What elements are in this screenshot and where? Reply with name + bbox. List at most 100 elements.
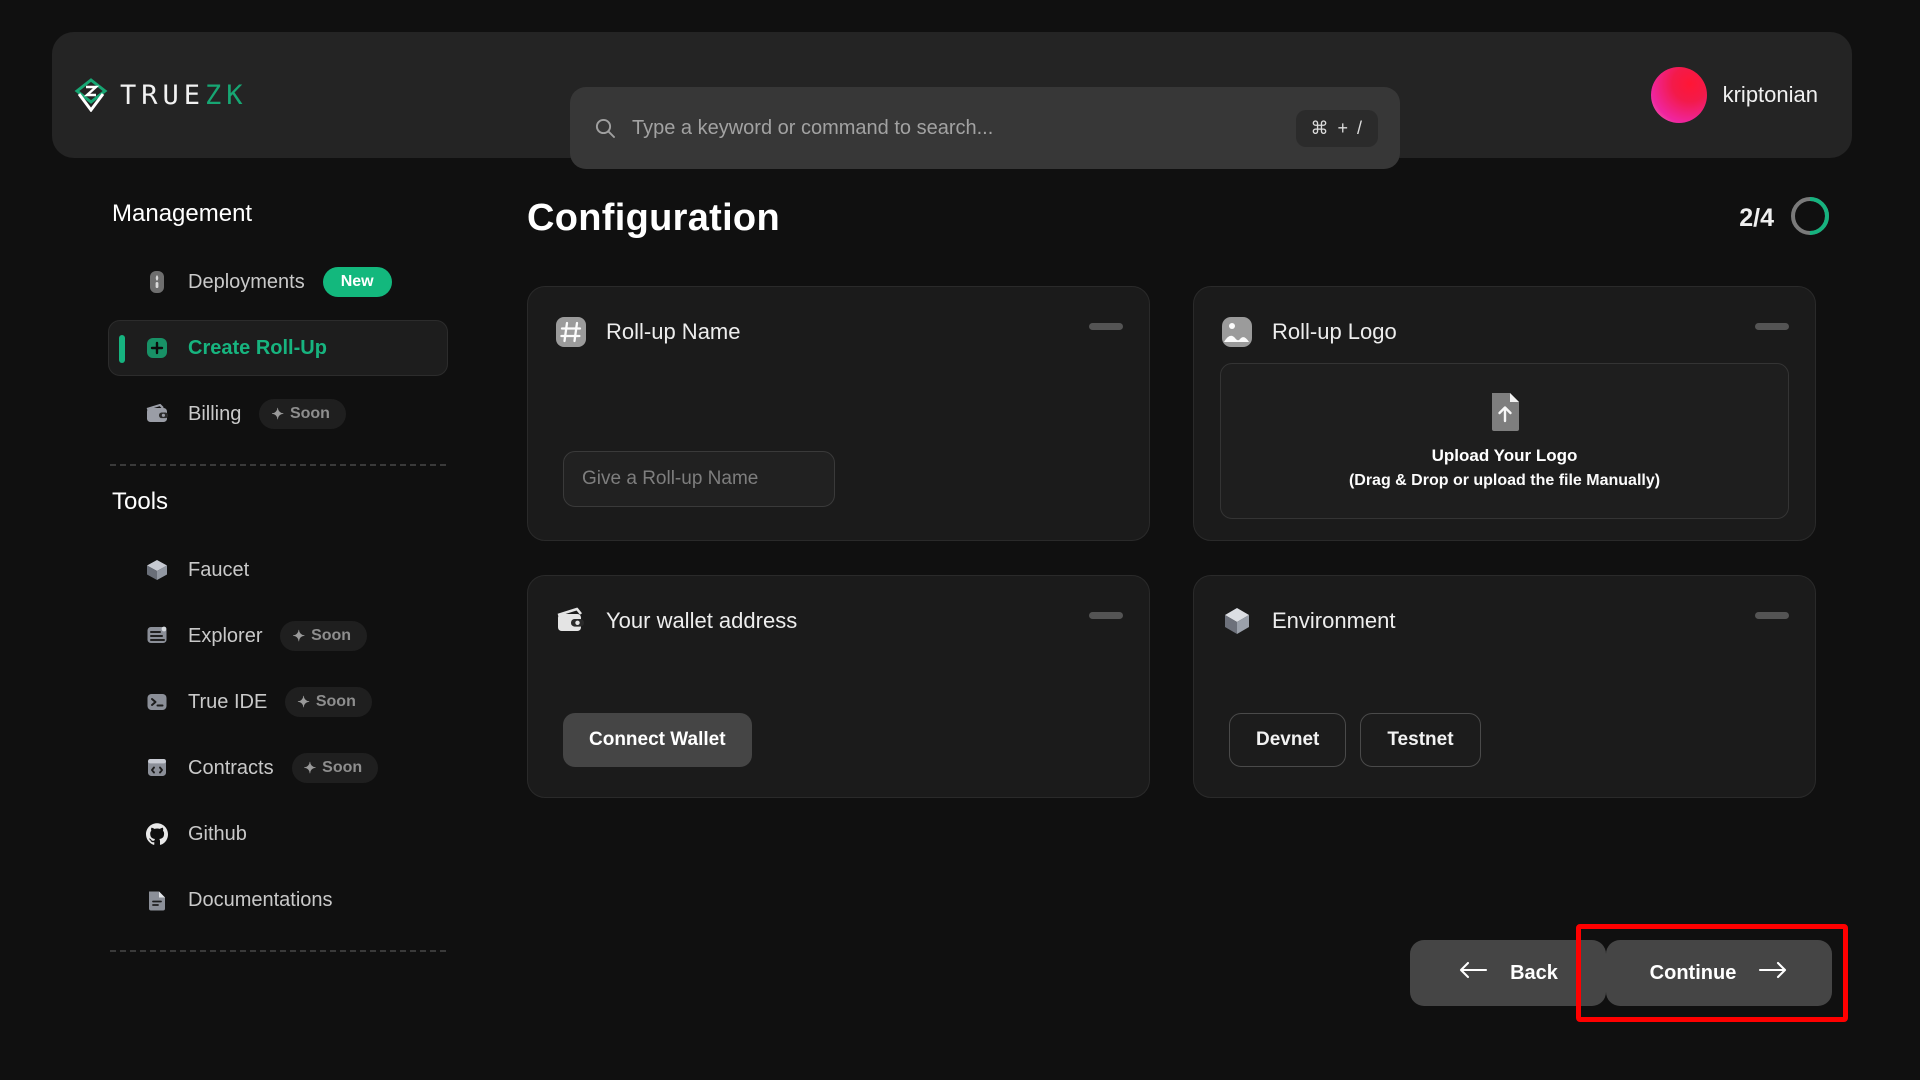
- card-title: Roll-up Name: [606, 319, 741, 345]
- search-bar[interactable]: ⌘ + /: [570, 87, 1400, 169]
- badge-soon: ✦ Soon: [292, 753, 379, 783]
- card-header: Your wallet address: [554, 600, 1123, 642]
- sparkle-icon: ✦: [292, 627, 305, 645]
- hash-icon: [554, 315, 588, 349]
- card-title: Roll-up Logo: [1272, 319, 1397, 345]
- minus-icon[interactable]: [1755, 323, 1789, 330]
- brand-word-zk: ZK: [205, 80, 248, 111]
- sidebar: Management Deployments New Create Roll-: [108, 200, 448, 974]
- brand-wordmark: TRUEZK: [120, 80, 248, 111]
- badge-soon-label: Soon: [316, 693, 356, 711]
- create-rollup-icon: [144, 335, 170, 361]
- environment-options: Devnet Testnet: [1229, 713, 1481, 767]
- sparkle-icon: ✦: [297, 693, 310, 711]
- image-icon: [1220, 315, 1254, 349]
- sidebar-item-contracts[interactable]: Contracts ✦ Soon: [108, 740, 448, 796]
- logo-dropzone[interactable]: Upload Your Logo (Drag & Drop or upload …: [1220, 363, 1789, 519]
- search-input[interactable]: [632, 117, 1296, 140]
- sidebar-item-label: Contracts: [188, 757, 274, 780]
- cube-icon: [1220, 604, 1254, 638]
- sidebar-item-explorer[interactable]: Explorer ✦ Soon: [108, 608, 448, 664]
- sidebar-item-github[interactable]: Github: [108, 806, 448, 862]
- page-title: Configuration: [527, 197, 780, 240]
- github-icon: [144, 821, 170, 847]
- search-icon: [594, 117, 616, 139]
- dropzone-subtitle: (Drag & Drop or upload the file Manually…: [1349, 469, 1660, 492]
- card-wallet-address: Your wallet address Connect Wallet: [527, 575, 1150, 798]
- main-content: Configuration 2/4: [527, 188, 1832, 798]
- card-rollup-name: Roll-up Name: [527, 286, 1150, 541]
- card-header: Roll-up Logo: [1220, 311, 1789, 353]
- sidebar-item-billing[interactable]: Billing ✦ Soon: [108, 386, 448, 442]
- wallet-icon: [554, 604, 588, 638]
- sparkle-icon: ✦: [271, 405, 284, 423]
- card-title: Environment: [1272, 608, 1396, 634]
- sidebar-item-label: Billing: [188, 403, 241, 426]
- avatar: [1651, 67, 1707, 123]
- badge-soon: ✦ Soon: [285, 687, 372, 717]
- contracts-icon: [144, 755, 170, 781]
- badge-soon-label: Soon: [311, 627, 351, 645]
- dropzone-text: Upload Your Logo (Drag & Drop or upload …: [1349, 444, 1660, 492]
- badge-new: New: [323, 267, 392, 297]
- card-environment: Environment Devnet Testnet: [1193, 575, 1816, 798]
- sidebar-item-label: True IDE: [188, 691, 267, 714]
- configuration-cards-grid: Roll-up Name Roll-up Logo: [527, 286, 1832, 798]
- dropzone-title: Upload Your Logo: [1349, 444, 1660, 469]
- arrow-left-icon: [1458, 961, 1488, 985]
- wallet-icon: [144, 401, 170, 427]
- minus-icon[interactable]: [1089, 612, 1123, 619]
- file-upload-icon: [1486, 390, 1524, 432]
- sidebar-item-label: Deployments: [188, 271, 305, 294]
- sidebar-item-true-ide[interactable]: True IDE ✦ Soon: [108, 674, 448, 730]
- badge-soon: ✦ Soon: [259, 399, 346, 429]
- card-title: Your wallet address: [606, 608, 797, 634]
- sidebar-divider: [110, 464, 446, 466]
- sidebar-item-documentations[interactable]: Documentations: [108, 872, 448, 928]
- continue-button[interactable]: Continue: [1606, 940, 1832, 1006]
- cube-icon: [144, 557, 170, 583]
- card-header: Roll-up Name: [554, 311, 1123, 353]
- brand-word-true: TRUE: [120, 80, 205, 111]
- wizard-footer-nav: Back Continue: [1410, 940, 1832, 1006]
- sidebar-item-label: Github: [188, 823, 247, 846]
- explorer-icon: [144, 623, 170, 649]
- sidebar-item-create-roll-up[interactable]: Create Roll-Up: [108, 320, 448, 376]
- search-shortcut-badge: ⌘ + /: [1296, 110, 1378, 147]
- step-progress-text: 2/4: [1739, 204, 1774, 233]
- sidebar-item-faucet[interactable]: Faucet: [108, 542, 448, 598]
- step-progress: 2/4: [1739, 194, 1832, 243]
- active-indicator: [119, 335, 125, 363]
- minus-icon[interactable]: [1089, 323, 1123, 330]
- sidebar-item-label: Faucet: [188, 559, 249, 582]
- environment-option-testnet[interactable]: Testnet: [1360, 713, 1480, 767]
- rocket-icon: [144, 269, 170, 295]
- sidebar-section-title-tools: Tools: [112, 488, 448, 516]
- badge-soon-label: Soon: [322, 759, 362, 777]
- progress-ring-icon: [1788, 194, 1832, 243]
- back-button-label: Back: [1510, 962, 1558, 985]
- truezk-diamond-logo-icon: [74, 78, 108, 112]
- minus-icon[interactable]: [1755, 612, 1789, 619]
- sidebar-item-deployments[interactable]: Deployments New: [108, 254, 448, 310]
- continue-button-label: Continue: [1650, 962, 1737, 985]
- user-profile[interactable]: kriptonian: [1651, 32, 1818, 158]
- environment-option-devnet[interactable]: Devnet: [1229, 713, 1346, 767]
- badge-soon: ✦ Soon: [280, 621, 367, 651]
- back-button[interactable]: Back: [1410, 940, 1606, 1006]
- rollup-name-input[interactable]: [563, 451, 835, 507]
- arrow-right-icon: [1758, 961, 1788, 985]
- main-header: Configuration 2/4: [527, 188, 1832, 248]
- document-icon: [144, 887, 170, 913]
- top-header: TRUEZK ⌘ + / kriptonian: [52, 32, 1852, 158]
- app-root: TRUEZK ⌘ + / kriptonian Management: [0, 0, 1920, 1080]
- connect-wallet-button[interactable]: Connect Wallet: [563, 713, 752, 767]
- card-header: Environment: [1220, 600, 1789, 642]
- badge-soon-label: Soon: [290, 405, 330, 423]
- brand-logo[interactable]: TRUEZK: [74, 78, 474, 112]
- sidebar-item-label: Create Roll-Up: [188, 337, 327, 360]
- sparkle-icon: ✦: [304, 759, 317, 777]
- card-rollup-logo: Roll-up Logo Upload Your Logo (Drag & Dr…: [1193, 286, 1816, 541]
- sidebar-section-title-management: Management: [112, 200, 448, 228]
- profile-username: kriptonian: [1723, 82, 1818, 108]
